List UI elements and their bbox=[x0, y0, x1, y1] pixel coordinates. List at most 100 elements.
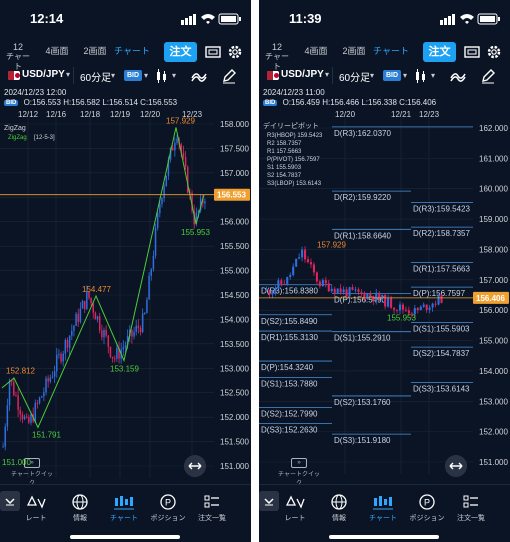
candle-body bbox=[159, 203, 161, 214]
low-value: L:156.338 bbox=[361, 98, 397, 107]
candle-body bbox=[58, 353, 60, 355]
candle-body bbox=[398, 304, 402, 311]
tab-chart-count[interactable]: 12 チャート bbox=[4, 42, 32, 71]
nav-position[interactable]: P ポジション bbox=[146, 493, 190, 523]
bid-badge[interactable]: BID bbox=[383, 70, 401, 81]
pivot-label: D(R1):155.3130 bbox=[261, 333, 318, 342]
chart-quick-button[interactable]: » チャートクイック bbox=[277, 458, 321, 487]
nav-info[interactable]: 情報 bbox=[58, 493, 102, 523]
pivot-legend-item: R1 157.5663 bbox=[267, 149, 302, 155]
price-chart-right[interactable]: 162.000 161.000 160.000 159.000 158.000 157.0… bbox=[259, 108, 510, 487]
candle-body bbox=[301, 249, 304, 258]
screen-layout-icon[interactable] bbox=[463, 43, 481, 61]
chart-quick-button[interactable]: » チャートクイック bbox=[10, 458, 54, 487]
pivot-label: D(R2):158.7357 bbox=[413, 229, 470, 238]
candle-body bbox=[51, 376, 54, 378]
candle-body bbox=[437, 295, 440, 305]
screen-layout-icon[interactable] bbox=[204, 43, 222, 61]
candle-type-icon[interactable] bbox=[154, 68, 172, 84]
timeframe-selector[interactable]: 60分足 bbox=[339, 69, 370, 84]
pivot-legend-item: R2 158.7357 bbox=[267, 141, 302, 147]
nav-rate-label: レート bbox=[284, 515, 306, 522]
bid-badge[interactable]: BID bbox=[124, 70, 142, 81]
tab-2-screens[interactable]: 2画面 bbox=[80, 40, 110, 62]
nav-chart[interactable]: チャート bbox=[361, 493, 405, 523]
tab-2-screens[interactable]: 2画面 bbox=[339, 40, 369, 62]
symbol-selector[interactable]: USD/JPY ▾ bbox=[263, 67, 333, 84]
candle-body bbox=[274, 288, 277, 292]
nav-rate[interactable]: レート bbox=[14, 493, 58, 523]
candle-body bbox=[324, 280, 327, 284]
tab-4-screens[interactable]: 4画面 bbox=[42, 40, 72, 62]
price-axis-label: 153.000 bbox=[479, 397, 508, 406]
price-axis-label: 158.000 bbox=[220, 120, 249, 129]
date-axis-label: 12/21 bbox=[391, 110, 412, 119]
order-button[interactable]: 注文 bbox=[423, 42, 456, 62]
tab-chart-count[interactable]: 12 チャート bbox=[263, 42, 291, 71]
candle-body bbox=[139, 328, 142, 333]
pivot-label: D(S3):152.2630 bbox=[261, 426, 318, 435]
tab-4-screens[interactable]: 4画面 bbox=[301, 40, 331, 62]
candle-body bbox=[286, 276, 289, 285]
candle-type-icon[interactable] bbox=[413, 68, 431, 84]
chart-canvas-left[interactable]: 158.000157.500157.000156.500156.000155.5… bbox=[0, 108, 251, 480]
zigzag-label: 157.929 bbox=[166, 116, 195, 125]
nav-order-list[interactable]: 注文一覧 bbox=[449, 493, 493, 523]
pencil-icon[interactable] bbox=[479, 68, 497, 84]
open-value: O:156.459 bbox=[282, 98, 320, 107]
candle-body bbox=[318, 281, 321, 287]
nav-chart[interactable]: チャート bbox=[102, 493, 146, 523]
zigzag-label: 155.953 bbox=[181, 228, 210, 237]
nav-rate-label: レート bbox=[25, 515, 47, 522]
pivot-label: D(R1):157.5663 bbox=[413, 265, 470, 274]
pivot-label: D(S2):152.7990 bbox=[261, 409, 318, 418]
candle-body bbox=[98, 316, 101, 331]
candle-body bbox=[330, 288, 333, 292]
close-value: C:156.553 bbox=[140, 98, 178, 107]
price-chart-left[interactable]: 158.000157.500157.000156.500156.000155.5… bbox=[0, 108, 251, 487]
indicator-sub: ZigZag bbox=[8, 135, 27, 141]
tab-chart[interactable]: チャート bbox=[114, 40, 150, 62]
indicator-icon[interactable] bbox=[190, 68, 208, 84]
tab-chart[interactable]: チャート bbox=[373, 40, 409, 62]
symbol-selector[interactable]: USD/JPY ▾ bbox=[4, 67, 74, 84]
indicator-icon[interactable] bbox=[449, 68, 467, 84]
timeframe-selector[interactable]: 60分足 bbox=[80, 69, 111, 84]
candle-body bbox=[43, 392, 45, 397]
price-axis-label: 160.000 bbox=[479, 185, 508, 194]
candle-body bbox=[49, 377, 52, 382]
candle-body bbox=[66, 339, 69, 348]
close-value: C:156.406 bbox=[399, 98, 437, 107]
candle-body bbox=[348, 287, 351, 297]
nav-order-list[interactable]: 注文一覧 bbox=[190, 493, 234, 523]
pencil-icon[interactable] bbox=[220, 68, 238, 84]
nav-info[interactable]: 情報 bbox=[317, 493, 361, 523]
nav-rate[interactable]: レート bbox=[273, 493, 317, 523]
candle-body bbox=[154, 227, 157, 256]
expand-horizontal-icon[interactable] bbox=[184, 455, 206, 477]
rate-icon bbox=[285, 495, 305, 509]
candle-body bbox=[419, 306, 422, 311]
pivot-label: D(S1):153.7880 bbox=[261, 379, 318, 388]
pivot-label: D(S2):153.1760 bbox=[334, 398, 391, 407]
gear-icon[interactable] bbox=[485, 43, 503, 61]
candle-body bbox=[434, 303, 437, 305]
chart-canvas-right[interactable]: 162.000 161.000 160.000 159.000 158.000 157.0… bbox=[259, 108, 510, 480]
pivot-label: D(P):154.3240 bbox=[261, 363, 314, 372]
chart-datetime: 2024/12/23 11:00 bbox=[263, 88, 325, 97]
candle-body bbox=[339, 288, 342, 293]
candle-body bbox=[342, 289, 345, 293]
candle-body bbox=[280, 280, 283, 284]
order-button[interactable]: 注文 bbox=[164, 42, 197, 62]
gear-icon[interactable] bbox=[226, 43, 244, 61]
status-icons bbox=[440, 13, 500, 25]
candle-body bbox=[135, 325, 137, 332]
candle-body bbox=[161, 198, 163, 204]
expand-horizontal-icon[interactable] bbox=[445, 455, 467, 477]
candle-body bbox=[378, 292, 381, 300]
candle-body bbox=[163, 186, 165, 199]
candle-body bbox=[34, 402, 37, 422]
nav-position[interactable]: P ポジション bbox=[405, 493, 449, 523]
order-list-icon bbox=[204, 495, 219, 508]
ohlc-values: BID O:156.553 H:156.582 L:156.514 C:156.… bbox=[4, 98, 251, 107]
